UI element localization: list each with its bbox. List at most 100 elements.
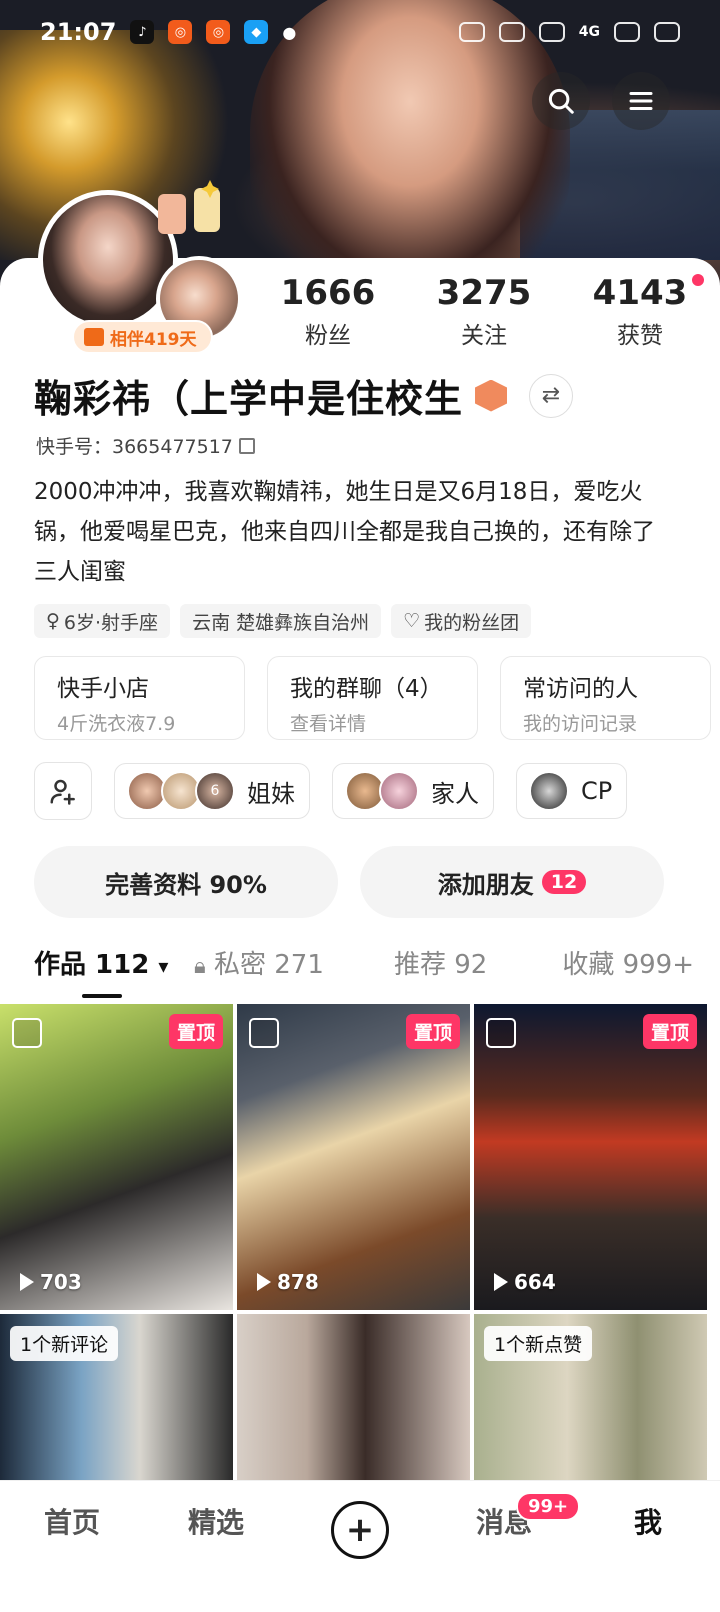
search-icon (548, 88, 574, 114)
menu-button[interactable] (612, 72, 670, 130)
pinned-badge: 置顶 (168, 1014, 223, 1049)
bio[interactable]: 2000冲冲冲，我喜欢鞠婧祎，她生日是又6月18日，爱吃火锅，他爱喝星巴克，他来… (34, 472, 674, 592)
group-avatar: 6 (195, 771, 235, 811)
mute-icon (458, 22, 485, 42)
shortcut-title: 我的群聊（4） (290, 676, 443, 702)
tab-works[interactable]: 作品 112 ▾ (34, 944, 194, 981)
grid-item[interactable]: 置顶 664 (474, 1004, 707, 1310)
tag-label: 云南 楚雄彝族自治州 (192, 611, 370, 634)
play-icon (494, 1273, 508, 1291)
stat-following[interactable]: 3275 关注 (406, 272, 562, 350)
stat-label: 粉丝 (305, 323, 351, 349)
stat-likes[interactable]: 4143 获赞 (562, 272, 718, 350)
qq-notification-icon: ◆ (244, 20, 269, 44)
play-count: 664 (494, 1270, 556, 1294)
nav-featured[interactable]: 精选 (144, 1501, 288, 1541)
tab-recommended[interactable]: 推荐 92 (394, 944, 544, 981)
shortcut-shop[interactable]: 快手小店 4斤洗衣液7.9 (34, 656, 245, 740)
stat-value: 3275 (436, 273, 532, 313)
tag-fan-club[interactable]: ♡ 我的粉丝团 (391, 604, 532, 638)
bottom-nav: 首页 精选 + 消息 我 (0, 1480, 720, 1612)
play-icon (257, 1273, 271, 1291)
grid-item[interactable]: 1个新点赞 (474, 1314, 707, 1484)
pinned-badge: 置顶 (405, 1014, 460, 1049)
add-friends-count-badge: 12 (541, 870, 587, 894)
switch-account-button[interactable]: ⇄ (529, 373, 574, 418)
new-like-badge: 1个新点赞 (484, 1326, 593, 1361)
shortcut-group-chat[interactable]: 我的群聊（4） 查看详情 (267, 656, 478, 740)
grid-item[interactable]: 置顶 878 (237, 1004, 470, 1310)
grid-item[interactable]: 1个新评论 (0, 1314, 233, 1484)
group-cp[interactable]: CP (516, 763, 628, 819)
network-type: 4G (578, 24, 600, 40)
shortcuts: 快手小店 4斤洗衣液7.9 我的群聊（4） 查看详情 常访问的人 我的访问记录 (34, 656, 711, 740)
works-grid: 置顶 703 置顶 878 置顶 664 1个新评论 1个新点赞 (0, 1004, 720, 1484)
shortcut-sub: 查看详情 (290, 713, 367, 735)
profile-tags: ♀ 6岁·射手座 云南 楚雄彝族自治州 ♡ 我的粉丝团 (34, 604, 532, 638)
gift-icon (84, 328, 104, 346)
stat-label: 获赞 (617, 323, 663, 349)
shortcut-visitors[interactable]: 常访问的人 我的访问记录 (500, 656, 711, 740)
nav-me[interactable]: 我 (576, 1501, 720, 1541)
group-family[interactable]: 家人 (332, 763, 494, 819)
user-id-text: 快手号：3665477517 (36, 436, 233, 458)
chevron-down-icon: ▾ (158, 954, 169, 978)
add-friend-button[interactable] (34, 762, 92, 820)
plus-icon: + (331, 1501, 389, 1559)
status-bar: 21:07 ♪ ◎ ◎ ◆ ● 4G (0, 0, 720, 64)
group-sisters[interactable]: 6 姐妹 (114, 763, 310, 819)
complete-profile-label: 完善资料 90% (105, 870, 267, 899)
nav-home[interactable]: 首页 (0, 1501, 144, 1541)
messages-count-badge: 99+ (516, 1492, 581, 1521)
group-avatar (529, 771, 569, 811)
stat-value: 1666 (280, 273, 376, 313)
user-id[interactable]: 快手号：3665477517 (36, 432, 255, 459)
search-button[interactable] (532, 72, 590, 130)
grid-item[interactable]: 置顶 703 (0, 1004, 233, 1310)
tab-favorites[interactable]: 收藏 999+ (544, 944, 694, 981)
play-count: 878 (257, 1270, 319, 1294)
group-label: 家人 (431, 779, 479, 808)
signal-icon (614, 22, 640, 42)
app-notification-icon: ◎ (168, 20, 193, 44)
stat-label: 关注 (461, 323, 507, 349)
qr-code-icon[interactable] (238, 437, 255, 454)
tab-private[interactable]: 🔒︎ 私密 271 (194, 944, 394, 981)
tab-label: 推荐 92 (394, 950, 488, 980)
photo-icon (486, 1018, 516, 1048)
new-likes-dot (692, 274, 704, 286)
companion-badge[interactable]: 相伴419天 (72, 320, 213, 354)
tiktok-notification-icon: ♪ (130, 20, 155, 44)
tag-label: 我的粉丝团 (424, 611, 520, 634)
shortcut-sub: 我的访问记录 (523, 713, 638, 735)
play-count-value: 878 (277, 1270, 319, 1294)
photo-icon (249, 1018, 279, 1048)
tag-label: 6岁·射手座 (63, 611, 159, 634)
stat-followers[interactable]: 1666 粉丝 (250, 272, 406, 350)
play-count: 703 (20, 1270, 82, 1294)
add-friends-button[interactable]: 添加朋友 12 (360, 846, 664, 918)
grid-item[interactable] (237, 1314, 470, 1484)
lock-icon: 🔒︎ (194, 954, 206, 979)
add-user-icon (50, 779, 75, 805)
heart-icon: ♡ (403, 610, 421, 632)
profile-actions: 完善资料 90% 添加朋友 12 (34, 846, 664, 918)
wifi-icon (498, 22, 525, 42)
drink-sticker-icon (158, 180, 220, 234)
play-count-value: 664 (514, 1270, 556, 1294)
friend-groups: 6 姐妹 家人 CP (34, 762, 628, 820)
new-comment-badge: 1个新评论 (10, 1326, 119, 1361)
shortcut-title: 快手小店 (57, 676, 149, 702)
nav-create[interactable]: + (288, 1501, 432, 1559)
female-icon: ♀ (46, 610, 60, 632)
complete-profile-button[interactable]: 完善资料 90% (34, 846, 338, 918)
profile-name[interactable]: 鞠彩祎（上学中是住校生 (34, 368, 463, 423)
content-tabs: 作品 112 ▾ 🔒︎ 私密 271 推荐 92 收藏 999+ (34, 944, 694, 998)
pinned-badge: 置顶 (642, 1014, 697, 1049)
hd-icon (538, 22, 565, 42)
active-tab-indicator (82, 994, 122, 998)
menu-icon (629, 92, 653, 110)
battery-icon (654, 22, 680, 42)
level-badge-icon[interactable] (475, 379, 508, 412)
status-time: 21:07 (40, 18, 117, 46)
